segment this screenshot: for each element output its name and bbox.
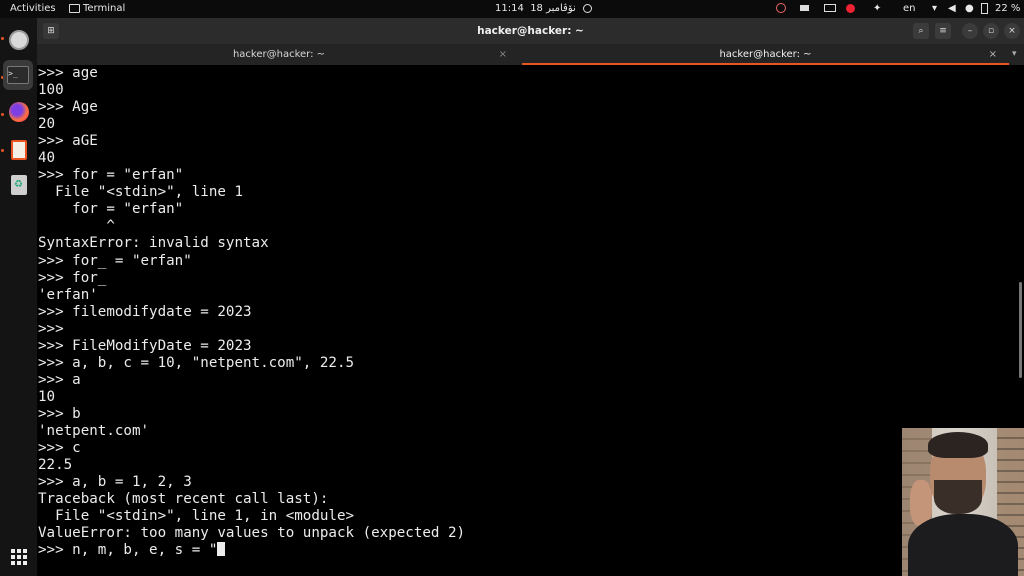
person-hair xyxy=(928,432,988,458)
dock: >_ ♻ xyxy=(0,18,37,576)
firefox-icon[interactable] xyxy=(5,98,32,125)
tab-bar: hacker@hacker: ~ × hacker@hacker: ~ × ▾ xyxy=(37,44,1024,65)
terminal-line: >>> for = "erfan" xyxy=(38,167,184,184)
terminal-line: for = "erfan" xyxy=(38,201,184,218)
tab-label: hacker@hacker: ~ xyxy=(719,49,812,60)
terminal-line: 22.5 xyxy=(38,457,73,474)
terminal-line: >>> age xyxy=(38,65,98,81)
terminal-line: SyntaxError: invalid syntax xyxy=(38,235,269,252)
app-menu-label: Terminal xyxy=(83,3,126,14)
terminal-app-icon xyxy=(69,3,80,13)
terminal-line: 10 xyxy=(38,388,56,405)
terminal-line: >>> xyxy=(38,320,64,337)
top-bar: Activities Terminal 11:14 18 نۆڤامبر ✦ e… xyxy=(0,0,1024,18)
tab-label: hacker@hacker: ~ xyxy=(232,49,326,60)
tabs-overflow-icon[interactable]: ▾ xyxy=(1012,44,1017,65)
terminal-area[interactable]: >>> age 100 >>> Age 20 >>> aGE 40 >>> for = "e… xyxy=(37,65,1024,576)
terminal-line: 'netpent.com' xyxy=(38,422,150,439)
menu-icon[interactable]: ≡ xyxy=(935,23,951,39)
vpn-icon[interactable] xyxy=(846,0,855,18)
terminal-line: >>> Age xyxy=(38,99,98,116)
alarm-icon xyxy=(582,3,592,13)
running-indicator xyxy=(1,149,4,152)
clock[interactable]: 11:14 18 نۆڤامبر xyxy=(495,0,592,18)
terminal-line: 'erfan' xyxy=(38,286,98,303)
accessibility-icon[interactable]: ✦ xyxy=(873,0,881,18)
scrollbar[interactable] xyxy=(1019,282,1022,378)
volume-icon[interactable]: ◀ xyxy=(948,0,956,18)
window-header: ⊞ hacker@hacker: ~ ⌕ ≡ – ▫ × xyxy=(37,18,1024,44)
app-menu[interactable]: Terminal xyxy=(69,0,125,18)
terminal-line: >>> for_ xyxy=(38,269,107,286)
terminal-line: >>> a, b = 1, 2, 3 xyxy=(38,474,192,491)
terminal-line: >>> aGE xyxy=(38,133,98,150)
running-indicator xyxy=(1,113,4,116)
terminal-line: 20 xyxy=(38,116,56,133)
chromium-icon[interactable] xyxy=(5,26,32,53)
mic-icon[interactable]: ● xyxy=(965,0,974,18)
close-icon[interactable]: × xyxy=(1004,23,1020,39)
text-editor-icon[interactable] xyxy=(5,136,32,163)
terminal-line: ValueError: too many values to unpack (e… xyxy=(38,525,466,542)
terminal-line: >>> c xyxy=(38,440,81,457)
window-title: hacker@hacker: ~ xyxy=(477,25,584,37)
language-indicator[interactable]: en xyxy=(903,0,916,18)
text-cursor xyxy=(217,542,226,557)
person-body xyxy=(908,514,1018,576)
new-tab-icon[interactable]: ⊞ xyxy=(43,23,59,39)
terminal-line: ^ xyxy=(38,218,115,235)
terminal-line: 40 xyxy=(38,150,56,167)
activities-button[interactable]: Activities xyxy=(10,0,56,18)
tab-close-icon[interactable]: × xyxy=(989,44,997,65)
wifi-icon[interactable]: ▾ xyxy=(932,0,937,18)
terminal-icon[interactable]: >_ xyxy=(3,60,33,90)
terminal-line: 100 xyxy=(38,82,64,99)
terminal-line: >>> for_ = "erfan" xyxy=(38,252,192,269)
recording-icon[interactable] xyxy=(776,0,786,18)
terminal-line: >>> b xyxy=(38,405,81,422)
terminal-line: File "<stdin>", line 1 xyxy=(38,184,243,201)
person-beard xyxy=(934,480,982,514)
terminal-line: >>> a, b, c = 10, "netpent.com", 22.5 xyxy=(38,354,355,371)
webcam-overlay xyxy=(902,428,1024,576)
clock-date: 18 نۆڤامبر xyxy=(530,3,576,14)
running-indicator xyxy=(1,37,4,40)
terminal-line: >>> a xyxy=(38,371,81,388)
battery-icon[interactable] xyxy=(981,0,988,18)
keyboard-icon[interactable] xyxy=(824,0,836,18)
terminal-line: >>> n, m, b, e, s = " xyxy=(38,542,465,559)
maximize-icon[interactable]: ▫ xyxy=(983,23,999,39)
terminal-output: >>> age 100 >>> Age 20 >>> aGE 40 >>> for = "e… xyxy=(38,65,465,559)
clock-time: 11:14 xyxy=(495,3,524,14)
search-icon[interactable]: ⌕ xyxy=(913,23,929,39)
desktop-icon[interactable] xyxy=(800,0,809,18)
terminal-line: File "<stdin>", line 1, in <module> xyxy=(38,508,355,525)
tab-2-active[interactable]: hacker@hacker: ~ × xyxy=(522,44,1009,65)
terminal-line: >>> FileModifyDate = 2023 xyxy=(38,337,252,354)
terminal-line: Traceback (most recent call last): xyxy=(38,491,329,508)
tab-1[interactable]: hacker@hacker: ~ × xyxy=(37,44,521,65)
apps-grid-icon[interactable] xyxy=(5,543,32,570)
battery-percent: 22 % xyxy=(995,3,1021,14)
terminal-line: >>> filemodifydate = 2023 xyxy=(38,303,252,320)
minimize-icon[interactable]: – xyxy=(962,23,978,39)
trash-icon[interactable]: ♻ xyxy=(5,171,32,198)
tab-close-icon[interactable]: × xyxy=(499,44,507,65)
